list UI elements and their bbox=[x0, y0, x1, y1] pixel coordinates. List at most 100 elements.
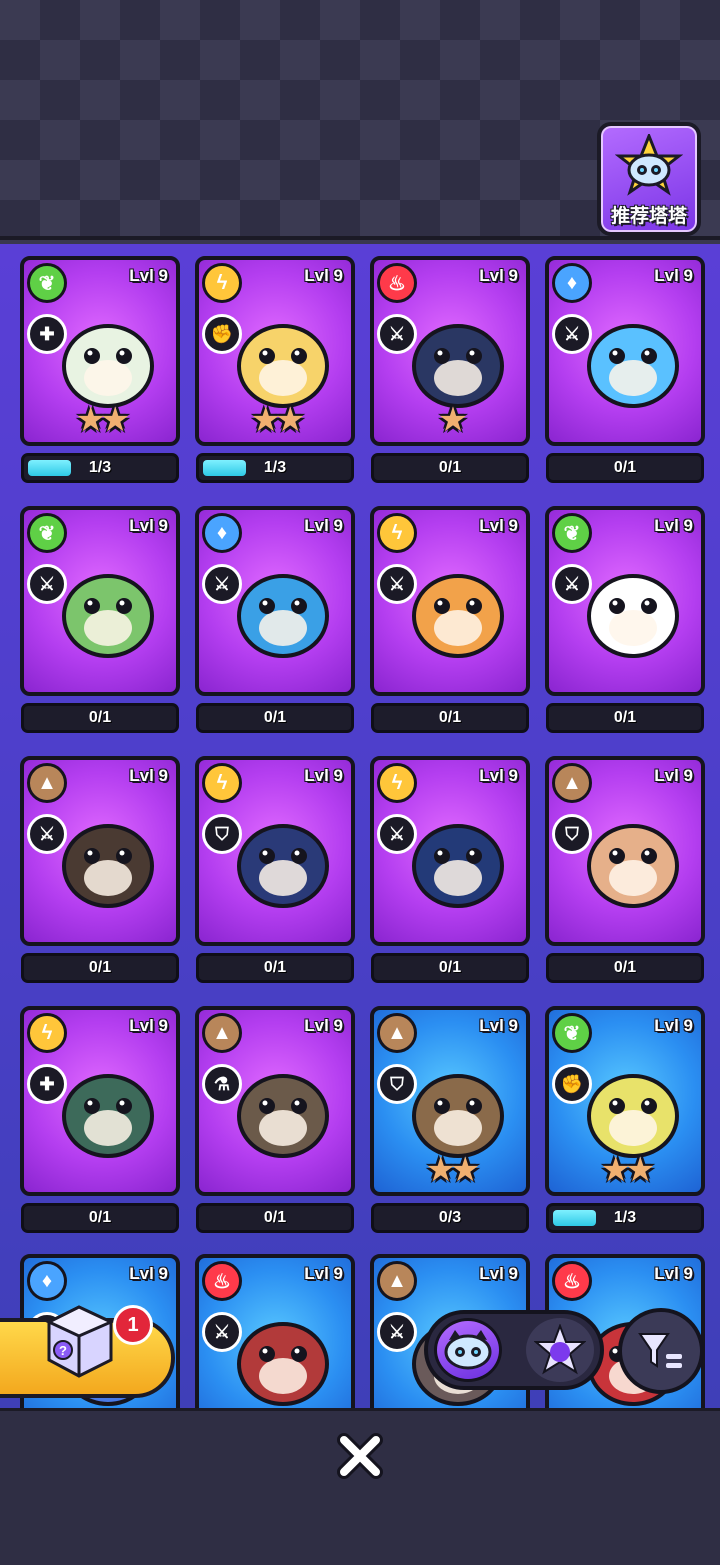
water-element-icon: ♦ bbox=[552, 263, 592, 303]
creature-portrait bbox=[62, 824, 154, 908]
progress-text: 0/1 bbox=[438, 459, 462, 476]
progress-text: 0/1 bbox=[263, 959, 287, 976]
progress-text: 1/3 bbox=[263, 459, 287, 476]
tower-card-grid: ❦ ✚ Lvl 9 ★★ 1/3 ϟ ✊ Lvl 9 ★★ 1/3 ♨ ⚔ Lvl 9 ★ 0/1 ♦ ⚔ Lvl… bbox=[0, 244, 720, 1408]
toggle-cat-star[interactable] bbox=[526, 1318, 594, 1382]
card-level: Lvl 9 bbox=[654, 266, 693, 285]
fire-element-icon: ♨ bbox=[202, 1261, 242, 1301]
creature-portrait bbox=[237, 1322, 329, 1406]
fire-element-icon: ♨ bbox=[377, 263, 417, 303]
card-progress-bar: 0/1 bbox=[196, 703, 354, 733]
filter-button[interactable] bbox=[618, 1308, 704, 1394]
card-level: Lvl 9 bbox=[304, 516, 343, 535]
top-banner: 推荐塔塔 bbox=[0, 0, 720, 240]
card-level: Lvl 9 bbox=[479, 266, 518, 285]
progress-text: 0/1 bbox=[88, 709, 112, 726]
tower-card[interactable]: ♦⚔Lvl 9 bbox=[545, 256, 705, 446]
earth-element-icon: ▲ bbox=[377, 1013, 417, 1053]
card-progress-bar: 0/1 bbox=[21, 703, 179, 733]
tower-card[interactable]: ❦ ✚ Lvl 9 ★★ bbox=[20, 256, 180, 446]
progress-text: 0/1 bbox=[613, 709, 637, 726]
creature-portrait bbox=[587, 324, 679, 408]
creature-portrait bbox=[237, 1074, 329, 1158]
creature-portrait bbox=[237, 574, 329, 658]
card-level: Lvl 9 bbox=[129, 516, 168, 535]
creature-portrait bbox=[587, 574, 679, 658]
tower-card[interactable]: ▲ ⛉ Lvl 9 ★★ bbox=[370, 1006, 530, 1196]
earth-element-icon: ▲ bbox=[202, 1013, 242, 1053]
progress-text: 1/3 bbox=[88, 459, 112, 476]
card-level: Lvl 9 bbox=[654, 766, 693, 785]
svg-text:?: ? bbox=[59, 1343, 67, 1358]
card-progress-bar: 1/3 bbox=[546, 1203, 704, 1233]
creature-portrait bbox=[237, 824, 329, 908]
toggle-cat-bot[interactable] bbox=[434, 1318, 502, 1382]
card-stars: ★★ bbox=[425, 1151, 481, 1189]
progress-text: 0/1 bbox=[613, 459, 637, 476]
tower-card[interactable]: ▲ ⛉ Lvl 9 bbox=[545, 756, 705, 946]
card-level: Lvl 9 bbox=[129, 1264, 168, 1283]
card-stars: ★★ bbox=[600, 1151, 656, 1189]
progress-text: 0/3 bbox=[438, 1209, 462, 1226]
tower-card[interactable]: ♨⚔Lvl 9 bbox=[195, 1254, 355, 1408]
tower-card[interactable]: ♨ ⚔ Lvl 9 ★ bbox=[370, 256, 530, 446]
nature-element-icon: ❦ bbox=[552, 513, 592, 553]
card-level: Lvl 9 bbox=[654, 1016, 693, 1035]
earth-element-icon: ▲ bbox=[552, 763, 592, 803]
nature-element-icon: ❦ bbox=[27, 513, 67, 553]
progress-text: 0/1 bbox=[88, 959, 112, 976]
card-progress-bar: 1/3 bbox=[196, 453, 354, 483]
tower-card[interactable]: ❦ ⚔ Lvl 9 bbox=[20, 506, 180, 696]
lightning-element-icon: ϟ bbox=[202, 763, 242, 803]
card-level: Lvl 9 bbox=[479, 766, 518, 785]
card-level: Lvl 9 bbox=[479, 1016, 518, 1035]
card-progress-bar: 0/1 bbox=[21, 953, 179, 983]
progress-text: 0/1 bbox=[438, 959, 462, 976]
tower-card[interactable]: ϟ ⚔ Lvl 9 bbox=[370, 756, 530, 946]
card-level: Lvl 9 bbox=[129, 1016, 168, 1035]
close-button[interactable] bbox=[332, 1428, 388, 1484]
tower-card[interactable]: ϟ ⚔ Lvl 9 bbox=[370, 506, 530, 696]
card-level: Lvl 9 bbox=[129, 266, 168, 285]
card-level: Lvl 9 bbox=[129, 766, 168, 785]
card-level: Lvl 9 bbox=[304, 1264, 343, 1283]
tower-card[interactable]: ▲ ⚔ Lvl 9 bbox=[20, 756, 180, 946]
progress-text: 0/1 bbox=[263, 709, 287, 726]
card-progress-bar: 0/1 bbox=[371, 703, 529, 733]
card-stars: ★★ bbox=[75, 401, 131, 439]
tower-card[interactable]: ϟ ✊ Lvl 9 ★★ bbox=[195, 256, 355, 446]
cat-star-icon bbox=[534, 1324, 586, 1375]
progress-text: 0/1 bbox=[88, 1209, 112, 1226]
tower-card[interactable]: ♦⚔Lvl 9 bbox=[195, 506, 355, 696]
creature-portrait bbox=[412, 824, 504, 908]
lightning-element-icon: ϟ bbox=[377, 513, 417, 553]
card-progress-bar: 0/1 bbox=[546, 453, 704, 483]
view-toggle bbox=[424, 1310, 604, 1390]
tower-card[interactable]: ❦ ✊ Lvl 9 ★★ bbox=[545, 1006, 705, 1196]
creature-portrait bbox=[587, 824, 679, 908]
recommend-label: 推荐塔塔 bbox=[610, 205, 687, 227]
recommend-button[interactable]: 推荐塔塔 bbox=[597, 122, 701, 236]
creature-portrait bbox=[62, 574, 154, 658]
card-progress-bar: 0/1 bbox=[546, 703, 704, 733]
tower-card[interactable]: ❦ ⚔ Lvl 9 bbox=[545, 506, 705, 696]
card-level: Lvl 9 bbox=[479, 516, 518, 535]
tower-card[interactable]: ϟ ✚ Lvl 9 bbox=[20, 1006, 180, 1196]
card-progress-bar: 0/1 bbox=[546, 953, 704, 983]
creature-portrait bbox=[412, 574, 504, 658]
card-progress-bar: 0/1 bbox=[371, 953, 529, 983]
card-level: Lvl 9 bbox=[479, 1264, 518, 1283]
card-progress-bar: 1/3 bbox=[21, 453, 179, 483]
earth-element-icon: ▲ bbox=[377, 1261, 417, 1301]
card-level: Lvl 9 bbox=[304, 766, 343, 785]
cat-bot-icon bbox=[444, 1330, 492, 1370]
tower-card[interactable]: ▲ ⚗ Lvl 9 bbox=[195, 1006, 355, 1196]
nature-element-icon: ❦ bbox=[27, 263, 67, 303]
card-progress-bar: 0/1 bbox=[196, 1203, 354, 1233]
water-element-icon: ♦ bbox=[202, 513, 242, 553]
card-progress-bar: 0/3 bbox=[371, 1203, 529, 1233]
progress-text: 0/1 bbox=[613, 959, 637, 976]
tower-card[interactable]: ϟ ⛉ Lvl 9 bbox=[195, 756, 355, 946]
card-stars: ★★ bbox=[250, 401, 306, 439]
card-stars: ★ bbox=[437, 401, 468, 439]
